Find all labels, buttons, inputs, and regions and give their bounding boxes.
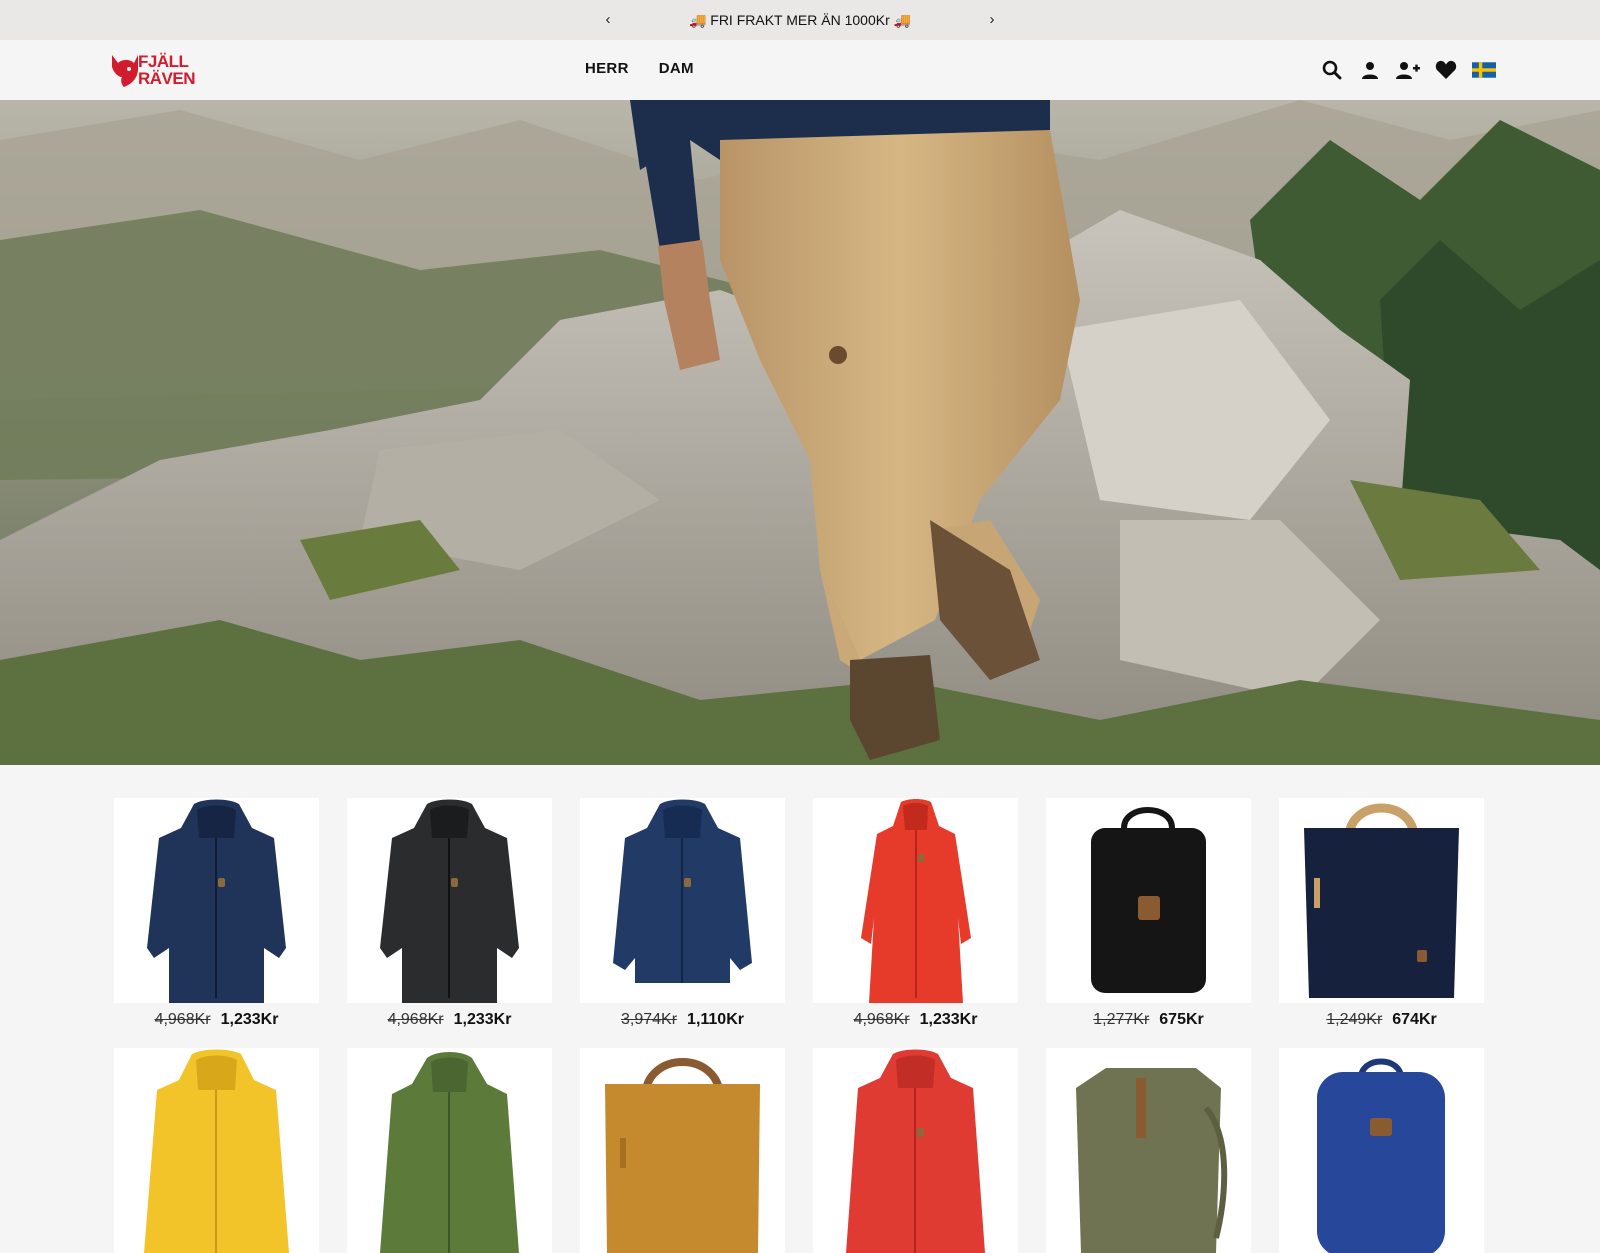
product-card[interactable]: 4,968Kr 1,233Kr <box>114 798 319 1036</box>
product-card[interactable] <box>813 1048 1018 1253</box>
hero-hiker-photo <box>0 100 1600 765</box>
old-price: 4,968Kr <box>154 1010 211 1028</box>
main-nav: HERR DAM <box>585 60 694 77</box>
old-price: 1,249Kr <box>1326 1010 1383 1028</box>
sale-price: 1,233Kr <box>220 1010 279 1028</box>
old-price: 4,968Kr <box>853 1010 910 1028</box>
product-card[interactable] <box>1279 1048 1484 1253</box>
promo-message: 🚚 FRI FRAKT MER ÄN 1000Kr 🚚 <box>688 11 912 28</box>
product-image[interactable] <box>813 798 1018 1003</box>
product-image[interactable] <box>1279 798 1484 1003</box>
hero-banner[interactable] <box>0 100 1600 765</box>
product-card[interactable] <box>1046 1048 1251 1253</box>
promo-bar: ‹ 🚚 FRI FRAKT MER ÄN 1000Kr 🚚 › <box>0 0 1600 40</box>
sale-price: 1,233Kr <box>453 1010 512 1028</box>
product-price: 4,968Kr 1,233Kr <box>813 1003 1018 1036</box>
product-image[interactable] <box>1046 1048 1251 1253</box>
header-tools <box>1320 58 1496 82</box>
product-price: 1,277Kr 675Kr <box>1046 1003 1251 1036</box>
product-card[interactable] <box>347 1048 552 1253</box>
product-price: 4,968Kr 1,233Kr <box>114 1003 319 1036</box>
old-price: 4,968Kr <box>387 1010 444 1028</box>
register-icon[interactable] <box>1396 58 1420 82</box>
old-price: 1,277Kr <box>1093 1010 1150 1028</box>
product-card[interactable]: 1,249Kr 674Kr <box>1279 798 1484 1036</box>
product-image[interactable] <box>580 798 785 1003</box>
logo-line-1: FJÄLL <box>138 52 189 71</box>
product-card[interactable]: 3,974Kr 1,110Kr <box>580 798 785 1036</box>
product-image[interactable] <box>1046 798 1251 1003</box>
product-card[interactable] <box>580 1048 785 1253</box>
nav-herr[interactable]: HERR <box>585 60 629 77</box>
swedish-flag-icon[interactable] <box>1472 58 1496 82</box>
promo-next-button[interactable]: › <box>982 10 1002 30</box>
old-price: 3,974Kr <box>621 1010 678 1028</box>
sale-price: 1,233Kr <box>919 1010 978 1028</box>
product-image[interactable] <box>580 1048 785 1253</box>
product-image[interactable] <box>813 1048 1018 1253</box>
nav-dam[interactable]: DAM <box>659 60 694 77</box>
account-icon[interactable] <box>1358 58 1382 82</box>
fox-icon <box>112 55 138 87</box>
product-card[interactable]: 4,968Kr 1,233Kr <box>813 798 1018 1036</box>
product-price: 1,249Kr 674Kr <box>1279 1003 1484 1036</box>
product-image[interactable] <box>347 1048 552 1253</box>
product-card[interactable]: 4,968Kr 1,233Kr <box>347 798 552 1036</box>
fjallraven-logo[interactable]: FJÄLL RÄVEN <box>108 51 220 91</box>
product-image[interactable] <box>114 798 319 1003</box>
logo-line-2: RÄVEN <box>138 69 196 88</box>
promo-prev-button[interactable]: ‹ <box>598 10 618 30</box>
wishlist-icon[interactable] <box>1434 58 1458 82</box>
search-icon[interactable] <box>1320 58 1344 82</box>
sale-price: 675Kr <box>1159 1010 1204 1028</box>
product-grid: 4,968Kr 1,233Kr 4,968Kr 1,233Kr 3,974Kr … <box>114 798 1486 1253</box>
product-card[interactable] <box>114 1048 319 1253</box>
product-card[interactable]: 1,277Kr 675Kr <box>1046 798 1251 1036</box>
product-image[interactable] <box>347 798 552 1003</box>
product-price: 4,968Kr 1,233Kr <box>347 1003 552 1036</box>
product-image[interactable] <box>1279 1048 1484 1253</box>
product-price: 3,974Kr 1,110Kr <box>580 1003 785 1036</box>
logo-wordmark: FJÄLL RÄVEN <box>138 52 196 88</box>
product-image[interactable] <box>114 1048 319 1253</box>
site-header: FJÄLL RÄVEN HERR DAM <box>0 40 1600 101</box>
sale-price: 1,110Kr <box>687 1010 744 1028</box>
sale-price: 674Kr <box>1392 1010 1437 1028</box>
